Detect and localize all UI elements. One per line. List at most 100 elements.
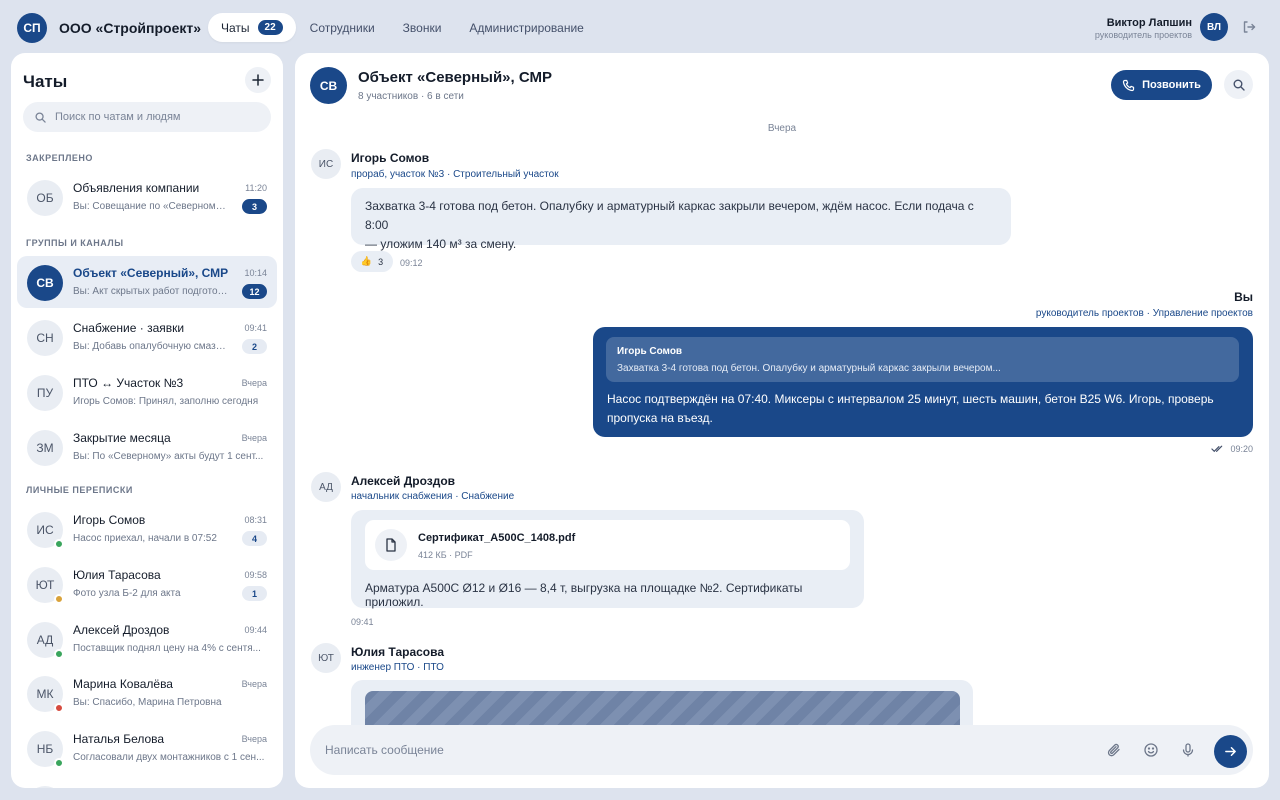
conversation-members: 8 участников · 6 в сети	[358, 91, 464, 102]
chat-title: Игорь Сомов	[73, 513, 146, 527]
quoted-message[interactable]: Игорь Сомов Захватка 3-4 готова под бето…	[606, 337, 1239, 382]
mic-icon[interactable]	[1180, 742, 1196, 758]
chat-search-input[interactable]: Поиск по чатам и людям	[23, 102, 271, 132]
chat-time: Вчера	[241, 679, 267, 689]
status-online-dot	[54, 649, 64, 659]
new-chat-button[interactable]	[245, 67, 271, 93]
company-logo[interactable]: СП	[17, 13, 47, 43]
reaction-count: 3	[378, 256, 384, 267]
tab-administration[interactable]: Администрирование	[455, 13, 597, 42]
tab-employees[interactable]: Сотрудники	[296, 13, 389, 42]
message-time: 09:20	[1230, 444, 1253, 454]
chat-time: 09:41	[244, 323, 267, 333]
unread-badge: 1	[242, 586, 267, 601]
avatar: СВ	[27, 265, 63, 301]
chat-preview: Вы: Добавь опалубочную смазк...	[73, 341, 228, 352]
message-text: Насос подтверждён на 07:40. Миксеры с ин…	[607, 392, 1214, 425]
tab-chats[interactable]: Чаты 22	[208, 13, 296, 42]
chat-item-kovaleva[interactable]: МК Марина Ковалёва Вчера Вы: Спасибо, Ма…	[17, 667, 277, 719]
user-name: Виктор Лапшин	[1106, 17, 1192, 29]
chat-item-tarasova[interactable]: ЮТ Юлия Тарасова 09:58 Фото узла Б-2 для…	[17, 558, 277, 610]
chat-preview: Вы: Акт скрытых работ подготов...	[73, 286, 228, 297]
chat-title: Юлия Тарасова	[73, 568, 161, 582]
chat-item-somov[interactable]: ИС Игорь Сомов 08:31 Насос приехал, нача…	[17, 503, 277, 555]
message-text: Арматура А500С Ø12 и Ø16 — 8,4 т, выгруз…	[365, 581, 803, 609]
search-icon	[1233, 79, 1245, 91]
avatar: АД	[311, 472, 341, 502]
chat-item-pto-site3[interactable]: ПУ ПТО ↔ Участок №3 Вчера Игорь Сомов: П…	[17, 366, 277, 418]
chat-item-announcements[interactable]: ОБ Объявления компании 11:20 Вы: Совещан…	[17, 171, 277, 223]
file-icon	[386, 538, 396, 552]
chat-item-partial[interactable]	[17, 777, 277, 788]
message-author: Вы	[1234, 290, 1253, 304]
message-text-line: Захватка 3-4 готова под бетон. Опалубку …	[365, 199, 974, 232]
avatar: ЮТ	[311, 643, 341, 673]
message-author-role: инженер ПТО · ПТО	[351, 662, 444, 673]
call-button[interactable]: Позвонить	[1111, 70, 1212, 100]
chat-item-severny[interactable]: СВ Объект «Северный», СМР 10:14 Вы: Акт …	[17, 256, 277, 308]
quoted-author: Игорь Сомов	[617, 346, 683, 357]
search-icon	[35, 111, 46, 123]
chat-title: Наталья Белова	[73, 732, 165, 746]
chat-title: Объект «Северный», СМР	[73, 266, 229, 280]
reaction-chip[interactable]: 👍 3	[351, 251, 393, 272]
avatar: ОБ	[27, 180, 63, 216]
tab-chats-count: 22	[257, 20, 283, 35]
file-attachment[interactable]: Сертификат_А500С_1408.pdf 412 КБ · PDF	[365, 520, 850, 570]
message-author: Алексей Дроздов	[351, 474, 456, 488]
conversation-title: Объект «Северный», СМР	[358, 69, 552, 86]
logout-icon[interactable]	[1241, 19, 1257, 35]
file-meta: 412 КБ · PDF	[418, 550, 473, 560]
current-user: Виктор Лапшин руководитель проектов	[1095, 17, 1192, 40]
chat-time: 09:58	[244, 570, 267, 580]
emoji-icon[interactable]	[1143, 742, 1159, 758]
call-button-label: Позвонить	[1142, 79, 1201, 91]
unread-badge: 3	[242, 199, 267, 214]
company-name: ООО «Стройпроект»	[59, 20, 202, 36]
top-bar: СП ООО «Стройпроект» Чаты 22 Сотрудники …	[0, 0, 1280, 53]
main-nav: Чаты 22 Сотрудники Звонки Администрирова…	[208, 13, 598, 42]
conversation-avatar: СВ	[310, 67, 347, 104]
send-button[interactable]	[1214, 735, 1247, 768]
chat-preview: Вы: Совещание по «Северному»...	[73, 201, 228, 212]
chat-preview: Вы: Спасибо, Марина Петровна	[73, 697, 222, 708]
chat-item-belova[interactable]: НБ Наталья Белова Вчера Согласовали двух…	[17, 722, 277, 774]
reaction-emoji: 👍	[360, 256, 373, 266]
message-bubble: Захватка 3-4 готова под бетон. Опалубку …	[351, 188, 1011, 251]
chat-item-supply[interactable]: СН Снабжение · заявки 09:41 Вы: Добавь о…	[17, 311, 277, 363]
chat-item-drozdov[interactable]: АД Алексей Дроздов 09:44 Поставщик подня…	[17, 613, 277, 665]
sidebar-title: Чаты	[23, 72, 68, 91]
chat-time: Вчера	[241, 734, 267, 744]
send-icon	[1225, 747, 1236, 756]
conversation-search-button[interactable]	[1224, 70, 1253, 99]
status-away-dot	[54, 594, 64, 604]
avatar: ЗМ	[27, 430, 63, 466]
chat-time: 08:31	[244, 515, 267, 525]
tab-calls[interactable]: Звонки	[389, 13, 456, 42]
status-online-dot	[54, 758, 64, 768]
message-time: 09:41	[351, 617, 374, 627]
tab-chats-label: Чаты	[221, 20, 250, 35]
file-icon-wrap	[375, 529, 407, 561]
chat-item-month-close[interactable]: ЗМ Закрытие месяца Вчера Вы: По «Северно…	[17, 421, 277, 473]
user-role: руководитель проектов	[1094, 30, 1192, 40]
search-placeholder: Поиск по чатам и людям	[55, 111, 181, 123]
user-avatar[interactable]: ВЛ	[1200, 13, 1228, 41]
chat-time: Вчера	[241, 433, 267, 443]
chat-preview: Поставщик поднял цену на 4% с сентя...	[73, 643, 261, 654]
chat-title: Алексей Дроздов	[73, 623, 170, 637]
chat-time: 11:20	[245, 183, 267, 193]
message-author: Игорь Сомов	[351, 151, 430, 165]
chat-title: Марина Ковалёва	[73, 677, 173, 691]
phone-icon	[1122, 79, 1135, 91]
chat-title: Закрытие месяца	[73, 431, 171, 445]
message-author-role: руководитель проектов · Управление проек…	[1035, 308, 1253, 319]
chat-title: Снабжение · заявки	[73, 321, 185, 335]
attach-icon[interactable]	[1106, 742, 1122, 758]
chat-time: Вчера	[241, 378, 267, 388]
plus-icon	[252, 74, 264, 86]
quoted-text: Захватка 3-4 готова под бетон. Опалубку …	[617, 363, 1001, 374]
unread-badge: 2	[242, 339, 267, 354]
message-composer[interactable]: Написать сообщение	[310, 725, 1253, 775]
section-pinned: ЗАКРЕПЛЕНО	[26, 153, 93, 163]
